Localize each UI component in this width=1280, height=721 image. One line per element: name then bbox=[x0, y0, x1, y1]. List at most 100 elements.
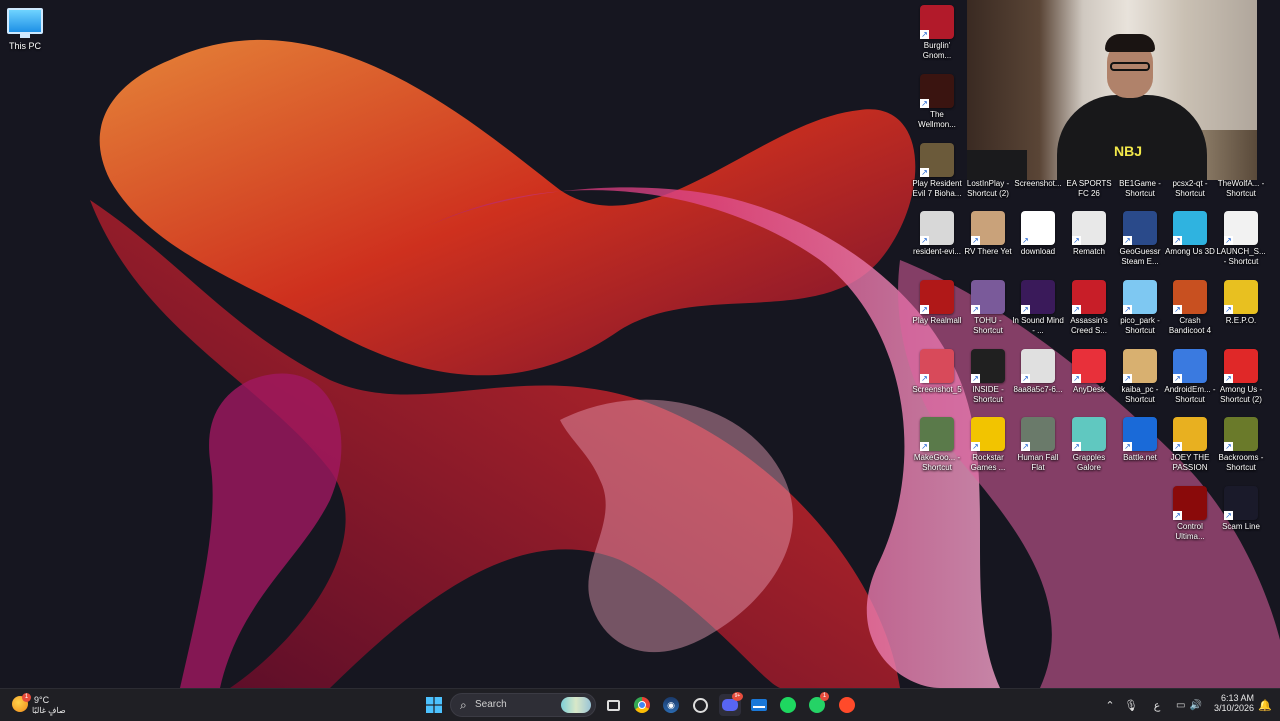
shortcut-arrow-icon: ↗ bbox=[1224, 511, 1233, 520]
desktop-icon-label: pico_park - Shortcut bbox=[1120, 316, 1160, 335]
discord-app[interactable]: 9+ bbox=[719, 692, 743, 716]
desktop-icon-label: R.E.P.O. bbox=[1225, 316, 1257, 325]
desktop-icon[interactable]: ↗ Play Realmall bbox=[911, 280, 963, 326]
monitor-icon bbox=[7, 8, 43, 34]
network-icon: ▭ bbox=[1176, 699, 1186, 711]
this-pc-icon[interactable]: This PC bbox=[6, 6, 44, 51]
desktop-icon[interactable]: ↗ TOHU - Shortcut bbox=[962, 280, 1014, 336]
volume-icon: 🔊 bbox=[1189, 699, 1202, 711]
desktop-icon[interactable]: ↗ RV There Yet bbox=[962, 211, 1014, 257]
desktop-icon[interactable]: ↗ pico_park - Shortcut bbox=[1114, 280, 1166, 336]
desktop-icon[interactable]: ↗ Backrooms - Shortcut bbox=[1215, 417, 1267, 473]
desktop-icon-label: resident-evi... bbox=[912, 247, 962, 256]
shortcut-arrow-icon: ↗ bbox=[1123, 374, 1132, 383]
shortcut-arrow-icon: ↗ bbox=[1224, 374, 1233, 383]
mail-app[interactable] bbox=[748, 694, 770, 716]
desktop-icon[interactable]: ↗ Battle.net bbox=[1114, 417, 1166, 463]
desktop-icon-label: AndroidEm... - Shortcut bbox=[1164, 385, 1216, 404]
app-icon: ↗ bbox=[1123, 211, 1157, 245]
shirt-logo: NBJ bbox=[1114, 143, 1143, 159]
shortcut-arrow-icon: ↗ bbox=[1173, 236, 1182, 245]
shortcut-arrow-icon: ↗ bbox=[920, 99, 929, 108]
desktop-icon-label: Burglin' Gnom... bbox=[922, 41, 952, 60]
desktop-icon[interactable]: ↗ kaiba_pc - Shortcut bbox=[1114, 349, 1166, 405]
taskbar-search[interactable]: ⌕ Search bbox=[450, 693, 596, 717]
chrome-app[interactable] bbox=[631, 694, 653, 716]
desktop-icon[interactable]: ↗ Assassin's Creed S... bbox=[1063, 280, 1115, 336]
ea-app[interactable] bbox=[836, 694, 858, 716]
desktop-icon[interactable]: ↗ GeoGuessr Steam E... bbox=[1114, 211, 1166, 267]
clock[interactable]: 6:13 AM 3/10/2026 bbox=[1212, 693, 1254, 713]
desktop-icon[interactable]: ↗ Grapples Galore bbox=[1063, 417, 1115, 473]
desktop-icon[interactable]: ↗ JOEY THE PASSION bbox=[1164, 417, 1216, 473]
network-volume-button[interactable]: ▭ 🔊 bbox=[1172, 694, 1206, 716]
desktop-icon[interactable]: ↗ Burglin' Gnom... bbox=[911, 5, 963, 61]
task-view-button[interactable] bbox=[602, 694, 624, 716]
shortcut-arrow-icon: ↗ bbox=[1072, 374, 1081, 383]
app-icon: ↗ bbox=[1173, 486, 1207, 520]
weather-widget[interactable]: 1 9°C صافٍ غالبًا bbox=[10, 692, 90, 718]
desktop-icon-label: INSIDE - Shortcut bbox=[972, 385, 1004, 404]
desktop-icon[interactable]: ↗ LAUNCH_S... - Shortcut bbox=[1215, 211, 1267, 267]
desktop-icon[interactable]: ↗ Among Us - Shortcut (2) bbox=[1215, 349, 1267, 405]
desktop-icon-label: Play Realmall bbox=[912, 316, 962, 325]
app-icon: ↗ bbox=[920, 349, 954, 383]
desktop-icon[interactable]: ↗ Human Fall Flat bbox=[1012, 417, 1064, 473]
desktop-icon[interactable]: ↗ Scam Line bbox=[1215, 486, 1267, 532]
desktop-icon-label: RV There Yet bbox=[964, 247, 1012, 256]
desktop-icon[interactable]: ↗ Among Us 3D bbox=[1164, 211, 1216, 257]
language-indicator[interactable]: ع bbox=[1146, 694, 1168, 716]
app-icon: ↗ bbox=[1224, 486, 1258, 520]
desktop-icon[interactable]: ↗ R.E.P.O. bbox=[1215, 280, 1267, 326]
steam-app[interactable]: ◉ bbox=[660, 694, 682, 716]
microphone-button[interactable]: 🎙 bbox=[1120, 694, 1142, 716]
desktop-icon-label: TheWolfA... - Shortcut bbox=[1217, 179, 1265, 198]
desktop-icon[interactable]: ↗ The Wellmon... bbox=[911, 74, 963, 130]
app-icon: ↗ bbox=[920, 417, 954, 451]
search-highlight-image bbox=[561, 697, 591, 713]
shortcut-arrow-icon: ↗ bbox=[1021, 305, 1030, 314]
mail-icon bbox=[751, 699, 767, 711]
spotify-icon bbox=[780, 697, 796, 713]
whatsapp-app[interactable]: 1 bbox=[806, 692, 829, 716]
app-icon: ↗ bbox=[1173, 417, 1207, 451]
shortcut-arrow-icon: ↗ bbox=[920, 442, 929, 451]
shortcut-arrow-icon: ↗ bbox=[1224, 442, 1233, 451]
weather-badge: 1 bbox=[22, 693, 31, 702]
shortcut-arrow-icon: ↗ bbox=[1224, 236, 1233, 245]
desktop-icon-label: Screenshot_5 bbox=[912, 385, 962, 394]
shortcut-arrow-icon: ↗ bbox=[1021, 442, 1030, 451]
desktop-icon[interactable]: ↗ Play Resident Evil 7 Bioha... bbox=[911, 143, 963, 199]
desktop-icon[interactable]: ↗ Control Ultima... bbox=[1164, 486, 1216, 542]
desktop-icon[interactable]: ↗ Crash Bandicoot 4 bbox=[1164, 280, 1216, 336]
desktop-icon-label: Scam Line bbox=[1222, 522, 1260, 531]
desktop-icon[interactable]: ↗ INSIDE - Shortcut bbox=[962, 349, 1014, 405]
desktop-icon[interactable]: ↗ 8aa8a5c7-6... bbox=[1012, 349, 1064, 395]
shortcut-arrow-icon: ↗ bbox=[1123, 236, 1132, 245]
shortcut-arrow-icon: ↗ bbox=[1173, 442, 1182, 451]
desktop-icon-label: Crash Bandicoot 4 bbox=[1168, 316, 1212, 335]
notifications-button[interactable]: 🔔 bbox=[1256, 694, 1274, 716]
desktop-icon[interactable]: ↗ Rockstar Games ... bbox=[962, 417, 1014, 473]
shortcut-arrow-icon: ↗ bbox=[920, 374, 929, 383]
github-app[interactable] bbox=[689, 694, 711, 716]
desktop-icon[interactable]: ↗ Rematch bbox=[1063, 211, 1115, 257]
desktop-icon[interactable]: ↗ Screenshot_5 bbox=[911, 349, 963, 395]
app-icon: ↗ bbox=[971, 280, 1005, 314]
desktop-icon-label: LAUNCH_S... - Shortcut bbox=[1216, 247, 1266, 266]
app-icon: ↗ bbox=[1224, 417, 1258, 451]
desktop-icon[interactable]: ↗ In Sound Mind - ... bbox=[1012, 280, 1064, 336]
desktop-icon-label: Screenshot... bbox=[1014, 179, 1062, 188]
show-hidden-icons-button[interactable]: ⌃ bbox=[1099, 694, 1121, 716]
desktop-icon[interactable]: ↗ MakeGoo... - Shortcut bbox=[911, 417, 963, 473]
desktop-icon[interactable]: ↗ AnyDesk bbox=[1063, 349, 1115, 395]
desktop-icon[interactable]: ↗ AndroidEm... - Shortcut bbox=[1164, 349, 1216, 405]
spotify-app[interactable] bbox=[777, 694, 799, 716]
desktop-icon[interactable]: ↗ download bbox=[1012, 211, 1064, 257]
start-button[interactable] bbox=[423, 694, 445, 716]
desktop-icon[interactable]: ↗ resident-evi... bbox=[911, 211, 963, 257]
shortcut-arrow-icon: ↗ bbox=[920, 236, 929, 245]
shortcut-arrow-icon: ↗ bbox=[1123, 442, 1132, 451]
app-icon: ↗ bbox=[1123, 349, 1157, 383]
app-icon: ↗ bbox=[920, 74, 954, 108]
